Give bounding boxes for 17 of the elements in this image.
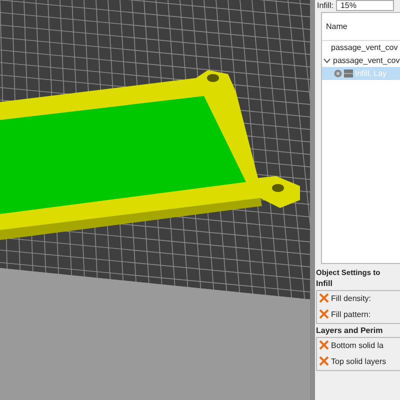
remove-icon[interactable] [319, 309, 329, 319]
option-label: Top solid layers [331, 356, 386, 366]
remove-icon[interactable] [319, 293, 329, 303]
settings-icon [334, 69, 353, 78]
column-header: Name [322, 13, 400, 41]
tree-row[interactable]: passage_vent_cov [322, 41, 400, 54]
remove-icon[interactable] [319, 340, 329, 350]
option-label: Fill density: [331, 294, 372, 302]
chevron-icon[interactable] [323, 58, 331, 64]
option-label: Bottom solid la [331, 340, 384, 350]
remove-icon[interactable] [319, 356, 329, 366]
infill-field[interactable]: 15% [336, 0, 394, 10]
tree-row[interactable]: passage_vent_cov [322, 54, 400, 67]
group-title: Infill [316, 279, 334, 288]
group-title: Layers and Perim [316, 326, 384, 335]
option-label: Fill pattern: [331, 310, 371, 318]
infill-label: Infill: [317, 0, 334, 10]
